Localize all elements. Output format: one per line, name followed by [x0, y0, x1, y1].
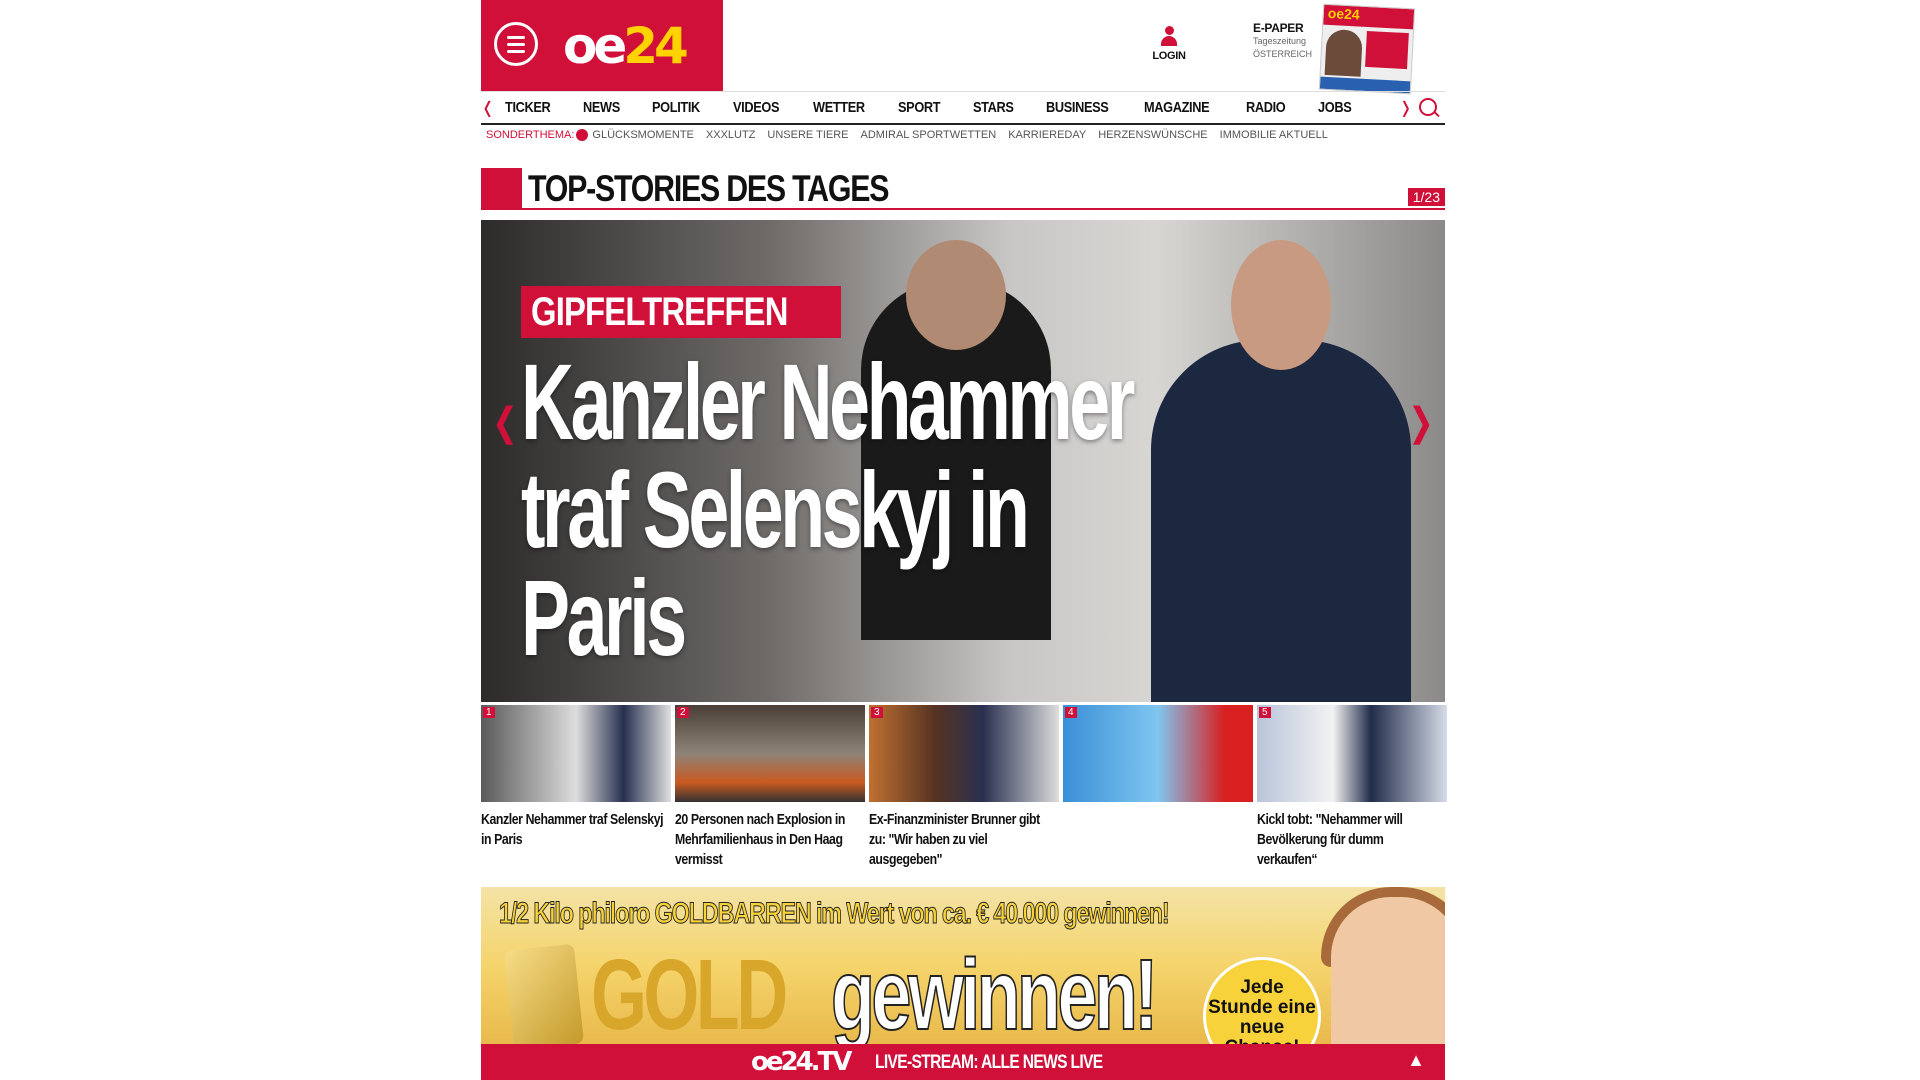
ad-badge: Jede Stunde eine neue Chance! — [1203, 957, 1321, 1047]
story-number-badge: 4 — [1065, 707, 1077, 718]
story-caption[interactable]: Kanzler Nehammer traf Selenskyj in Paris — [481, 810, 670, 850]
search-icon[interactable] — [1419, 98, 1437, 116]
slider-pager: 1/23 — [1407, 188, 1445, 206]
story-thumbnail-image[interactable]: 5 — [1257, 705, 1447, 802]
special-topic-link[interactable]: KARRIEREDAY — [1008, 129, 1086, 141]
main-nav: ❬ TICKER NEWS POLITIK VIDEOS WETTER SPORT STAR… — [481, 91, 1445, 125]
gold-bar-image — [503, 943, 585, 1047]
hero-headline[interactable]: Kanzler Nehammer traf Selenskyj in Paris — [521, 348, 1201, 672]
hero-slide[interactable]: GIPFELTREFFEN Kanzler Nehammer traf Sele… — [481, 220, 1445, 702]
story-thumbnail-image[interactable]: 4 — [1063, 705, 1253, 802]
story-thumbnail-image[interactable]: 2 — [675, 705, 865, 802]
story-number-badge: 3 — [871, 707, 883, 718]
story-card[interactable]: 1 Kanzler Nehammer traf Selenskyj in Pari… — [481, 705, 671, 870]
story-number-badge: 2 — [677, 707, 689, 718]
story-card[interactable]: 4 — [1063, 705, 1253, 870]
story-thumbnail-image[interactable]: 1 — [481, 705, 671, 802]
epaper-link[interactable]: E-PAPER Tageszeitung ÖSTERREICH — [1253, 22, 1312, 61]
epaper-cover-masthead: oe24 — [1323, 4, 1415, 30]
expand-up-icon[interactable]: ▲ — [1407, 1050, 1425, 1071]
nav-item-jobs[interactable]: JOBS — [1318, 92, 1362, 124]
epaper-subtitle-2: ÖSTERREICH — [1253, 49, 1313, 59]
ad-model-image — [1331, 897, 1445, 1047]
advertisement-banner[interactable]: 1/2 Kilo philoro GOLDBARREN im Wert von … — [481, 887, 1445, 1047]
special-topics-label: SONDERTHEMA: — [486, 129, 575, 141]
livestream-label: LIVE-STREAM: ALLE NEWS LIVE — [875, 1052, 1103, 1073]
story-number-badge: 5 — [1259, 707, 1271, 718]
story-number-badge: 1 — [483, 707, 495, 718]
nav-item-wetter[interactable]: WETTER — [813, 92, 876, 124]
special-topic-link[interactable]: HERZENSWÜNSCHE — [1098, 129, 1207, 141]
nav-item-news[interactable]: NEWS — [583, 92, 631, 124]
nav-item-ticker[interactable]: TICKER — [505, 92, 561, 124]
globe-icon — [576, 129, 589, 141]
ad-gold-text: GOLD — [591, 939, 788, 1047]
ad-win-text: gewinnen! — [830, 939, 1159, 1047]
nav-item-business[interactable]: BUSINESS — [1046, 92, 1120, 124]
user-icon — [1159, 26, 1179, 50]
epaper-cover-image[interactable]: oe24 — [1318, 3, 1416, 95]
special-topic-link[interactable]: XXXLUTZ — [706, 129, 756, 141]
story-card[interactable]: 2 20 Personen nach Explosion in Mehrfamil… — [675, 705, 865, 870]
special-topic-link[interactable]: ADMIRAL SPORTWETTEN — [861, 129, 997, 141]
oe24tv-logo: oe24.TV — [751, 1047, 852, 1077]
special-topic-link[interactable]: UNSERE TIERE — [767, 129, 848, 141]
nav-item-radio[interactable]: RADIO — [1246, 92, 1296, 124]
special-topic-link[interactable]: GLÜCKSMOMENTE — [592, 129, 693, 141]
livestream-bar[interactable]: oe24.TV LIVE-STREAM: ALLE NEWS LIVE ▲ — [481, 1044, 1445, 1080]
section-title: TOP-STORIES DES TAGES — [528, 168, 889, 209]
hamburger-menu-icon[interactable] — [494, 22, 538, 66]
nav-item-sport[interactable]: SPORT — [898, 92, 951, 124]
site-logo[interactable]: oe24 — [563, 16, 689, 76]
slider-prev-icon[interactable]: ❬ — [489, 400, 521, 445]
page-wrapper: oe24 LOGIN E-PAPER Tageszeitung ÖSTERREI… — [481, 0, 1447, 1080]
story-card[interactable]: 3 Ex-Finanzminister Brunner gibt zu: "Wir… — [869, 705, 1059, 870]
hero-kicker: GIPFELTREFFEN — [521, 286, 841, 338]
ad-headline: 1/2 Kilo philoro GOLDBARREN im Wert von … — [499, 897, 1170, 931]
story-thumbnail-image[interactable]: 3 — [869, 705, 1059, 802]
story-card[interactable]: 5 Kickl tobt: "Nehammer will Bevölkerung … — [1257, 705, 1447, 870]
login-label: LOGIN — [1152, 50, 1186, 62]
nav-item-politik[interactable]: POLITIK — [652, 92, 711, 124]
logo-area[interactable]: oe24 — [481, 0, 723, 91]
epaper-title: E-PAPER — [1253, 21, 1304, 35]
epaper-subtitle: Tageszeitung — [1253, 36, 1307, 46]
story-caption[interactable]: 20 Personen nach Explosion in Mehrfamili… — [675, 810, 864, 870]
nav-scroll-left-icon[interactable]: ❬ — [481, 98, 494, 118]
nav-item-stars[interactable]: STARS — [973, 92, 1025, 124]
story-thumbnails: 1 Kanzler Nehammer traf Selenskyj in Pari… — [481, 705, 1447, 870]
slider-next-icon[interactable]: ❭ — [1405, 400, 1437, 445]
special-topics-bar: SONDERTHEMA: GLÜCKSMOMENTE XXXLUTZ UNSERE … — [486, 129, 1340, 141]
story-caption[interactable]: Ex-Finanzminister Brunner gibt zu: "Wir … — [869, 810, 1058, 870]
nav-item-magazine[interactable]: MAGAZINE — [1144, 92, 1220, 124]
login-button[interactable]: LOGIN — [1149, 26, 1189, 62]
story-caption[interactable]: Kickl tobt: "Nehammer will Bevölkerung f… — [1257, 810, 1446, 870]
special-topic-link[interactable]: IMMOBILIE AKTUELL — [1220, 129, 1328, 141]
nav-item-videos[interactable]: VIDEOS — [733, 92, 790, 124]
top-stories-header: TOP-STORIES DES TAGES 1/23 — [481, 168, 1445, 210]
nav-scroll-right-icon[interactable]: ❭ — [1399, 98, 1412, 118]
